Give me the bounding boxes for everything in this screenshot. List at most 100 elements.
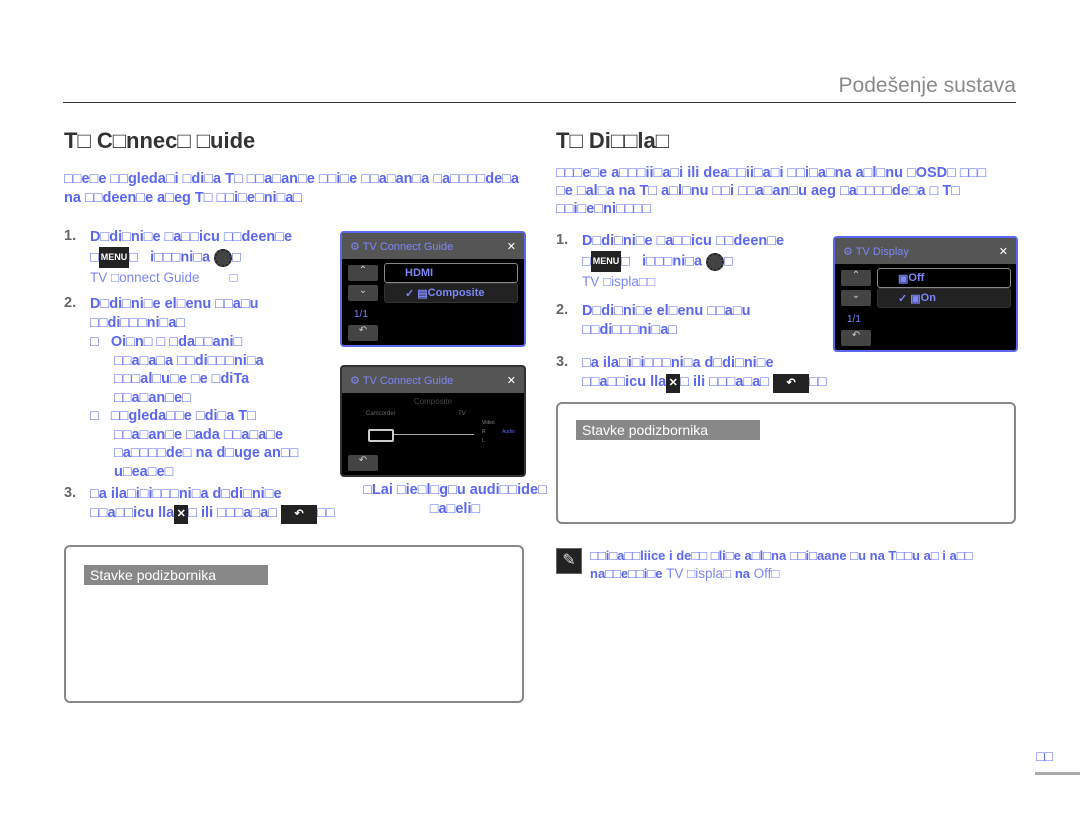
bullet-text: □□a□an□e □ada □□a□a□e — [114, 426, 284, 443]
step-number: 3. — [556, 354, 569, 370]
caption-line: □Lai □ie□l□g□u audi□□ide□ — [363, 482, 547, 498]
step-number: 2. — [64, 295, 77, 311]
left-intro: □□e□e □□gleda□i □di□a T□ □□a□an□e □□i□e … — [64, 170, 519, 208]
lcd-title: TV Display — [855, 245, 909, 258]
cable-line — [394, 434, 474, 435]
gear-icon: ⚙ — [843, 245, 853, 258]
page-indicator: 1/1 — [847, 314, 861, 325]
step-text: □a ila□i□i□□□ni□a d□di□ni□e — [90, 486, 282, 502]
step-number: 1. — [64, 228, 77, 244]
close-icon: ✕ — [174, 505, 189, 524]
step-text: □a□□icu lla — [590, 374, 667, 390]
camcorder-label: Camcorder — [366, 411, 396, 417]
submenu-label: Stavke podizbornika — [84, 565, 268, 585]
page-number: □□ — [1036, 748, 1053, 764]
option-label: HDMI — [405, 267, 434, 279]
lcd-title: TV Connect Guide — [362, 374, 454, 387]
menu-button-icon: MENU — [98, 247, 130, 268]
bullet-text: □□gleda□□e □di□a T□ — [110, 408, 256, 424]
close-icon: ✕ — [666, 374, 681, 393]
note-value: TV □isplа□ — [666, 566, 732, 581]
submenu-box: Stavke podizbornika — [64, 545, 524, 703]
menu-path: TV □onnect Guide — [90, 270, 200, 285]
tv-display-title: T□ Di□□la□ — [556, 128, 670, 153]
intro-line: □□i□e□ni□□□□ — [556, 201, 652, 217]
right-step2: D□di□ni□e el□enu □□a□u □□di□□□ni□a□ — [582, 302, 750, 340]
down-button[interactable]: ⌄ — [348, 285, 378, 301]
step-text: □□di□□□ni□a□ — [90, 315, 186, 331]
left-bullets: □ Oi□n□ □ □da□□ani□ □□a□a□a □□di□□□ni□a … — [90, 334, 299, 480]
step-text: D□di□ni□e el□enu □□a□u — [582, 303, 751, 319]
submenu-box: Stavke podizbornika — [556, 402, 1016, 524]
menu-path: TV □isplа□□ — [582, 274, 656, 289]
down-button[interactable]: ⌄ — [841, 290, 871, 306]
intro-line: □□□e□e a□□□ii□a□i ili dea□□ii□a□i □□i□a□… — [556, 165, 987, 181]
lcd-tv-connect-guide: ⚙ TV Connect Guide ✕ ⌃ ⌄ 1/1 ↶ HDMI ✓ ▤ C… — [340, 231, 526, 347]
page-indicator: 1/1 — [354, 309, 368, 320]
option-label: Composite — [427, 287, 485, 299]
diagram-subtitle: Composite — [413, 397, 453, 406]
bullet-text: Oi□n□ □ □da□□ani□ — [110, 334, 243, 350]
gear-icon: ⚙ — [350, 240, 360, 253]
step-number: 3. — [64, 485, 77, 501]
option-hdmi[interactable]: HDMI — [384, 263, 518, 283]
lcd-tv-display: ⚙ TV Display ✕ ⌃ ⌄ 1/1 ↶ ▣ Off ✓ ▣ On — [833, 236, 1018, 352]
lcd-composite-diagram: ⚙ TV Connect Guide ✕ Composite Camcorder … — [340, 365, 526, 477]
bullet-text: □□□al□u□e □e □diTa — [114, 371, 250, 387]
gear-icon — [214, 248, 233, 267]
intro-line: na □□deen□e a□eg T□ □□i□e□ni□a□ — [64, 190, 303, 206]
up-button[interactable]: ⌃ — [348, 265, 378, 281]
note-line: na — [734, 566, 751, 581]
step-text: i□□□ni□a — [642, 253, 703, 270]
audio-label: Audio — [502, 429, 515, 435]
menu-path-end: □ — [229, 270, 238, 285]
back-icon: ↶ — [773, 374, 810, 393]
option-on[interactable]: ✓ ▣ On — [877, 288, 1011, 308]
page-marker — [1035, 772, 1080, 775]
bullet-text: □□a□an□e□ — [114, 389, 191, 406]
close-icon[interactable]: ✕ — [507, 240, 516, 253]
bullet-text: □a□□□□de□ na d□uge an□□ — [114, 445, 299, 461]
note-text: □□i□a□□liice i de□□ □li□e a□l□na □□i□aan… — [590, 547, 972, 583]
step-number: 1. — [556, 232, 569, 248]
back-button[interactable]: ↶ — [348, 455, 378, 471]
hdmi-port-icon — [368, 429, 394, 442]
bullet-text: □□a□a□a □□di□□□ni□a — [114, 352, 264, 369]
option-off[interactable]: ▣ Off — [877, 268, 1011, 288]
close-icon[interactable]: ✕ — [507, 374, 516, 387]
back-icon: ↶ — [281, 505, 318, 524]
gear-icon — [706, 252, 725, 271]
step-text: ili □□□a□a□ — [693, 374, 770, 390]
submenu-label: Stavke podizbornika — [576, 420, 760, 440]
right-step1: D□di□ni□e □a□□icu □□deen□e □ MENU □ i□□□ni… — [582, 233, 785, 289]
menu-button-icon: MENU — [590, 251, 622, 272]
left-step2: D□di□ni□e el□enu □□a□u □□di□□□ni□a□ — [90, 295, 258, 333]
figure-caption: □Lai □ie□l□g□u audi□□ide□ □a□eli□ — [350, 481, 560, 519]
note-value: Off□ — [753, 566, 780, 581]
step-number: 2. — [556, 302, 569, 318]
note-icon: ✎ — [556, 548, 582, 574]
step-text: D□di□ni□e el□enu □□a□u — [90, 296, 259, 312]
back-button[interactable]: ↶ — [841, 330, 871, 346]
back-button[interactable]: ↶ — [348, 325, 378, 341]
caption-line: □a□eli□ — [429, 501, 481, 517]
step-text: □a□□icu lla — [98, 505, 175, 521]
header-rule — [63, 102, 1016, 103]
jack-labels: Video R L — [482, 420, 495, 444]
step-text: D□di□ni□e □a□□icu □□deen□e — [90, 229, 293, 245]
tv-label: TV — [458, 411, 466, 417]
note-line: na□□e□□i□e — [590, 566, 663, 581]
left-step3: □a ila□i□i□□□ni□a d□di□ni□e □□a□□icu lla… — [90, 485, 335, 524]
step-text: □□di□□□ni□a□ — [582, 322, 678, 338]
step-text: □a ila□i□i□□□ni□a d□di□ni□e — [582, 355, 774, 371]
right-step3: □a ila□i□i□□□ni□a d□di□ni□e □□a□□icu lla… — [582, 354, 827, 393]
tv-connect-guide-title: T□ C□nnec□ □uide — [64, 128, 256, 153]
up-button[interactable]: ⌃ — [841, 270, 871, 286]
step-text: D□di□ni□e □a□□icu □□deen□e — [582, 233, 785, 249]
right-intro: □□□e□e a□□□ii□a□i ili dea□□ii□a□i □□i□a□… — [556, 164, 986, 218]
option-composite[interactable]: ✓ ▤ Composite — [384, 283, 518, 303]
close-icon[interactable]: ✕ — [999, 245, 1008, 258]
lcd-title: TV Connect Guide — [362, 240, 454, 253]
bullet-text: u□ea□e□ — [114, 463, 174, 480]
gear-icon: ⚙ — [350, 374, 360, 387]
